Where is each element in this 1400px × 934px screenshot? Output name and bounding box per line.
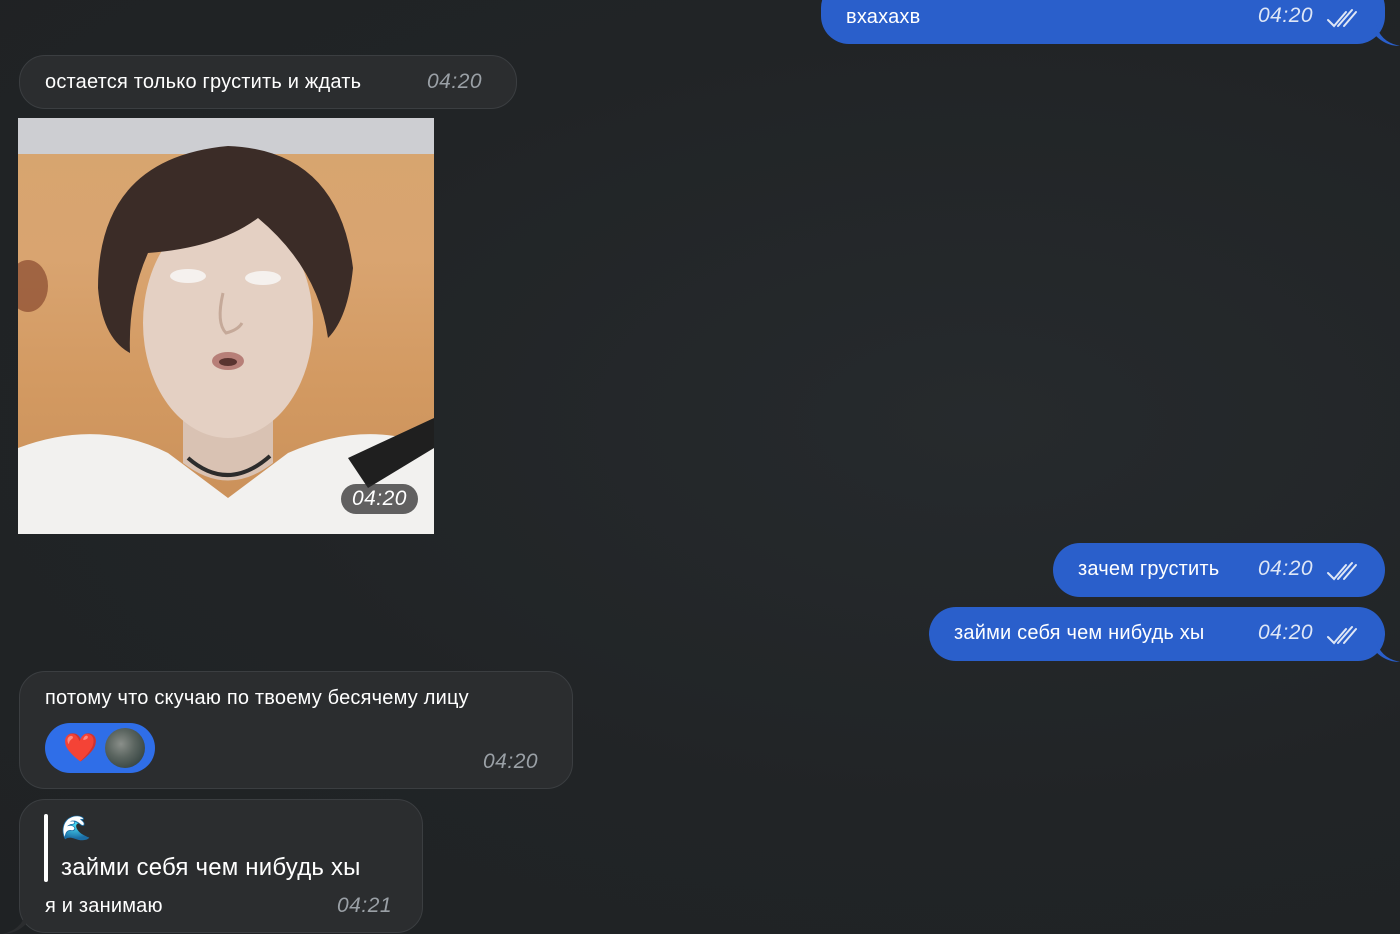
chat-area: вхахахв 04:20 остается только грустить и… xyxy=(0,0,1400,934)
message-bubble-incoming[interactable]: потому что скучаю по твоему бесячему лиц… xyxy=(19,671,573,789)
bubble-tail xyxy=(2,912,26,934)
message-text: зачем грустить xyxy=(1078,558,1220,580)
heart-icon: ❤️ xyxy=(63,732,99,763)
message-time: 04:20 xyxy=(1258,621,1314,644)
double-check-icon xyxy=(1327,9,1357,28)
reaction-chip[interactable]: ❤️ xyxy=(45,723,155,773)
message-time: 04:20 xyxy=(1258,557,1314,580)
reply-sender: 🌊 xyxy=(61,815,92,842)
message-text: остается только грустить и ждать xyxy=(45,71,362,93)
reply-quote-bar xyxy=(44,814,48,882)
message-bubble-incoming[interactable]: 🌊 займи себя чем нибудь хы я и занимаю 0… xyxy=(19,799,423,933)
double-check-icon xyxy=(1327,562,1357,581)
bubble-tail xyxy=(1376,24,1400,46)
message-text: вхахахв xyxy=(846,6,921,28)
message-bubble-incoming[interactable]: остается только грустить и ждать 04:20 xyxy=(19,55,517,109)
photo-message[interactable]: 04:20 xyxy=(18,118,434,534)
message-time: 04:20 xyxy=(340,484,418,514)
message-text: потому что скучаю по твоему бесячему лиц… xyxy=(45,687,469,709)
message-time: 04:21 xyxy=(337,894,393,917)
message-bubble-outgoing[interactable]: займи себя чем нибудь хы 04:20 xyxy=(929,607,1385,661)
bubble-tail xyxy=(1376,640,1400,662)
photo-image xyxy=(18,118,434,534)
message-time: 04:20 xyxy=(483,750,539,773)
message-bubble-outgoing[interactable]: зачем грустить 04:20 xyxy=(1053,543,1385,597)
message-text: я и занимаю xyxy=(45,895,163,917)
message-time: 04:20 xyxy=(1258,4,1314,27)
message-bubble-outgoing[interactable]: вхахахв 04:20 xyxy=(821,0,1385,44)
reply-text[interactable]: займи себя чем нибудь хы xyxy=(61,854,361,882)
double-check-icon xyxy=(1327,626,1357,645)
message-text: займи себя чем нибудь хы xyxy=(954,622,1205,644)
avatar xyxy=(105,728,145,768)
message-time: 04:20 xyxy=(427,70,483,93)
